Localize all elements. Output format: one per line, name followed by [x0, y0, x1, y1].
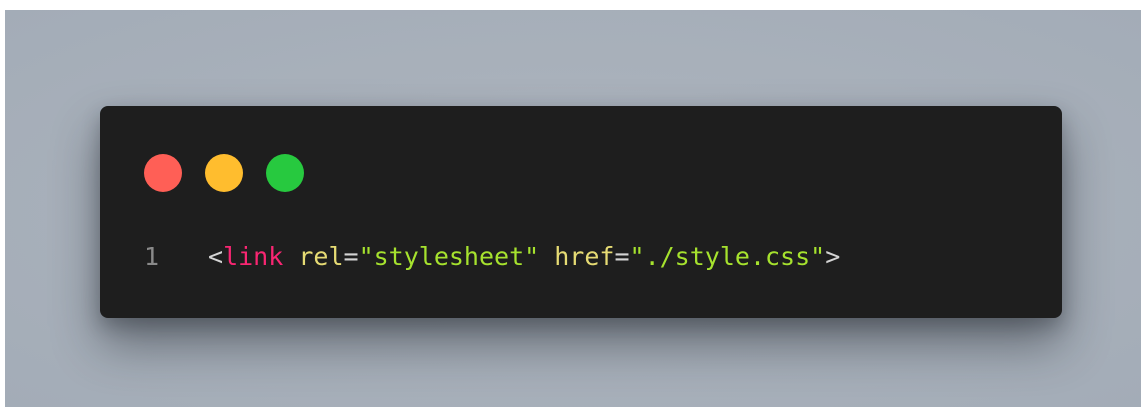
token-value-path: "./style.css": [629, 241, 826, 271]
code-line: 1 <link rel="stylesheet" href="./style.c…: [144, 236, 840, 276]
token-open-bracket: <: [208, 241, 224, 271]
token-equals: =: [343, 241, 359, 271]
code-text: <link rel="stylesheet" href="./style.css…: [208, 242, 840, 271]
token-attribute-href: href: [554, 241, 615, 271]
maximize-dot-icon: [266, 154, 304, 192]
token-value-stylesheet: "stylesheet": [358, 241, 540, 271]
token-close-bracket: >: [825, 241, 841, 271]
token-tag-name: link: [223, 241, 284, 271]
token-attribute-rel: rel: [298, 241, 344, 271]
window-controls: [144, 154, 304, 192]
line-number: 1: [144, 241, 160, 271]
token-equals: =: [614, 241, 630, 271]
minimize-dot-icon: [205, 154, 243, 192]
code-window: 1 <link rel="stylesheet" href="./style.c…: [100, 106, 1062, 318]
close-dot-icon: [144, 154, 182, 192]
